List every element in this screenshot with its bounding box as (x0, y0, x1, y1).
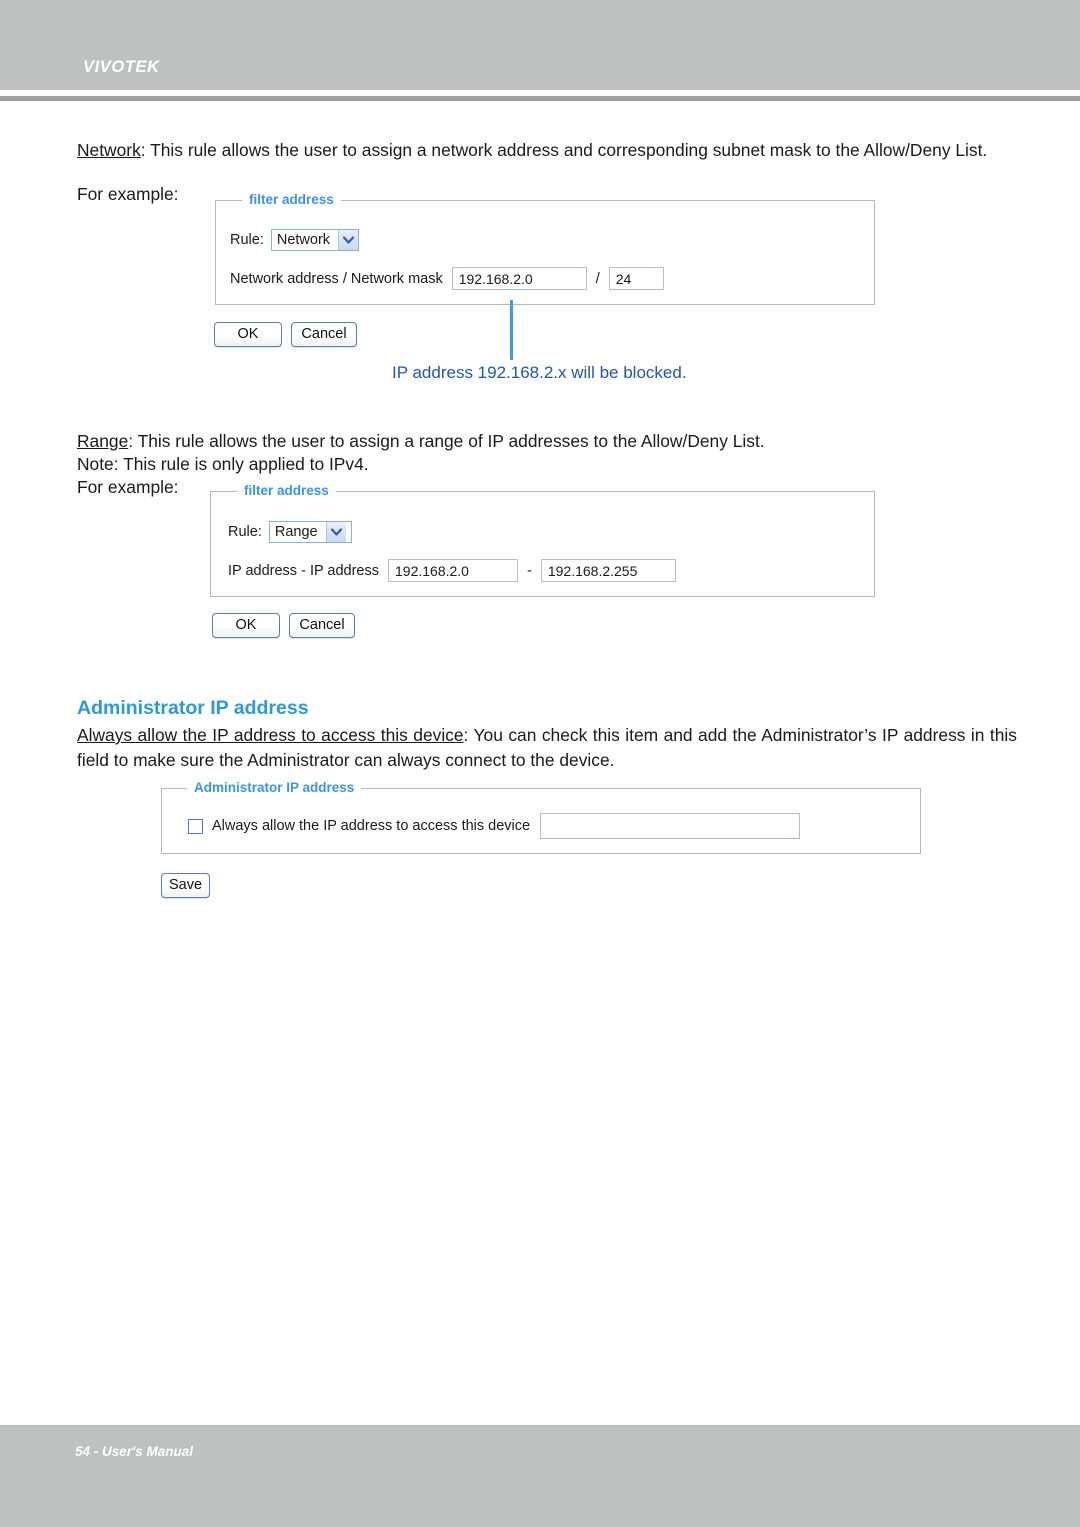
cancel-button-range[interactable]: Cancel (289, 613, 355, 638)
page-header-band (0, 0, 1080, 90)
admin-description: Always allow the IP address to access th… (77, 723, 1017, 773)
ip-range-end-input[interactable]: 192.168.2.255 (540, 559, 676, 582)
admin-term: Always allow the IP address to access th… (77, 725, 464, 745)
network-address-separator: / (595, 270, 600, 287)
rule-select-range[interactable]: Range (268, 521, 352, 543)
network-term: Network (77, 140, 141, 160)
ip-range-separator: - (527, 562, 532, 579)
rule-select-value-network: Network (276, 232, 331, 248)
vivotek-logo: VIVOTEK (83, 58, 160, 76)
admin-button-row: Save (161, 873, 210, 898)
chevron-down-icon[interactable] (338, 230, 358, 250)
page-footer-band (0, 1425, 1080, 1527)
admin-ip-heading: Administrator IP address (77, 697, 309, 719)
filter-address-legend-network: filter address (242, 192, 341, 207)
header-divider (0, 96, 1080, 101)
network-address-input[interactable]: 192.168.2.0 (451, 267, 587, 290)
ip-range-label: IP address - IP address (228, 562, 379, 579)
ip-range-row: IP address - IP address 192.168.2.0 - 19… (228, 559, 676, 582)
filter-address-legend-range: filter address (237, 483, 336, 498)
admin-checkbox-label: Always allow the IP address to access th… (212, 818, 531, 834)
checkbox-unchecked-icon[interactable] (188, 818, 203, 834)
range-body: : This rule allows the user to assign a … (128, 431, 765, 451)
range-term: Range (77, 431, 129, 451)
ok-button-range[interactable]: OK (212, 613, 280, 638)
administrator-ip-legend: Administrator IP address (187, 780, 362, 795)
network-address-row: Network address / Network mask 192.168.2… (230, 267, 664, 290)
network-address-label: Network address / Network mask (230, 270, 443, 287)
rule-select-network[interactable]: Network (270, 229, 359, 251)
network-description: Network: This rule allows the user to as… (77, 138, 1014, 163)
network-mask-input[interactable]: 24 (608, 267, 664, 290)
range-note: Note: This rule is only applied to IPv4. (77, 454, 369, 474)
range-for-example: For example: (77, 477, 179, 497)
admin-ip-input[interactable] (540, 813, 801, 839)
callout-text-network: IP address 192.168.2.x will be blocked. (392, 363, 687, 382)
rule-label-network: Rule: (230, 232, 264, 248)
save-button[interactable]: Save (161, 873, 210, 898)
admin-checkbox-row: Always allow the IP address to access th… (188, 813, 801, 839)
callout-line-network (510, 300, 513, 360)
range-description: Range: This rule allows the user to assi… (77, 429, 1014, 454)
rule-label-range: Rule: (228, 524, 262, 540)
rule-row-network: Rule: Network (230, 229, 359, 251)
ok-button-network[interactable]: OK (214, 322, 282, 347)
network-button-row: OK Cancel (214, 322, 357, 347)
network-for-example: For example: (77, 184, 179, 204)
cancel-button-network[interactable]: Cancel (291, 322, 357, 347)
network-body: : This rule allows the user to assign a … (140, 140, 988, 160)
footer-page-label: 54 - User's Manual (75, 1444, 194, 1459)
rule-select-value-range: Range (274, 524, 318, 540)
range-button-row: OK Cancel (212, 613, 355, 638)
rule-row-range: Rule: Range (228, 521, 352, 543)
ip-range-start-input[interactable]: 192.168.2.0 (388, 559, 518, 582)
chevron-down-icon[interactable] (325, 522, 346, 542)
